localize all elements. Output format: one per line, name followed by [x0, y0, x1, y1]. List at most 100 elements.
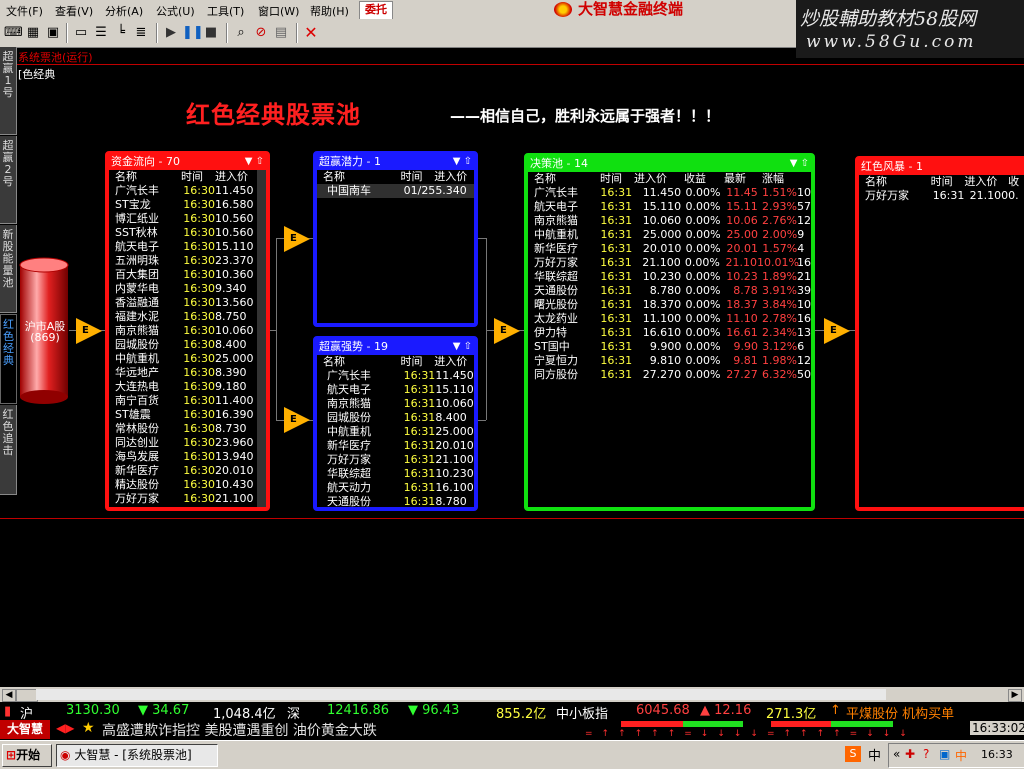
table-row[interactable]: 园城股份 16:30 8.400 [109, 338, 266, 352]
table-row[interactable]: 新华医疗 16:30 20.010 [109, 464, 266, 478]
table-row[interactable]: 园城股份 16:31 8.400 [317, 411, 474, 425]
table-row[interactable]: 精达股份 16:30 10.430 [109, 478, 266, 492]
filter-funnel-icon[interactable] [494, 318, 520, 344]
table-row[interactable]: 大连热电 16:30 9.180 [109, 380, 266, 394]
table-row[interactable]: 宁夏恒力 16:31 9.810 0.00% 9.81 1.98% 12 [528, 354, 811, 368]
horizontal-scrollbar[interactable]: ◀ ▶ [0, 687, 1024, 702]
filter-funnel-icon[interactable] [284, 226, 310, 252]
pool-box-zijinliuxiang[interactable]: 资金流向 - 70 ▼ ⇧ 名称 时间 进入价 广汽长丰 16:30 11.450 ST… [105, 151, 270, 511]
keyboard-icon[interactable]: ⌨ [4, 24, 23, 41]
table-row[interactable]: 航天动力 16:31 16.100 [317, 481, 474, 495]
filter-funnel-icon[interactable] [284, 407, 310, 433]
export-icon[interactable]: ▤ [272, 24, 290, 41]
layout-split-icon[interactable]: ☰ [92, 24, 110, 41]
table-row[interactable]: 天通股份 16:31 8.780 0.00% 8.78 3.91% 39 [528, 284, 811, 298]
table-row[interactable]: 新华医疗 16:31 20.010 [317, 439, 474, 453]
table-row[interactable]: 华远地产 16:30 8.390 [109, 366, 266, 380]
news-prev-icon[interactable]: ◀▶ [56, 721, 74, 735]
menu-window[interactable]: 窗口(W) [258, 3, 299, 19]
table-row[interactable]: 中国南车 01/25 5.340 [317, 184, 474, 198]
table-row[interactable]: 常林股份 16:30 8.730 [109, 422, 266, 436]
table-row[interactable]: 太龙药业 16:31 11.100 0.00% 11.10 2.78% 16 [528, 312, 811, 326]
menu-help[interactable]: 帮助(H) [310, 3, 349, 19]
table-row[interactable]: 同达创业 16:30 23.960 [109, 436, 266, 450]
scroll-thumb[interactable] [16, 689, 38, 702]
table-row[interactable]: 海鸟发展 16:30 13.940 [109, 450, 266, 464]
table-row[interactable]: 广汽长丰 16:31 11.450 [317, 369, 474, 383]
table-row[interactable]: ST宝龙 16:30 16.580 [109, 198, 266, 212]
save-icon[interactable]: ▣ [44, 24, 62, 41]
table-row[interactable]: 航天电子 16:30 15.110 [109, 240, 266, 254]
play-icon[interactable]: ▶ [162, 24, 180, 41]
layout-tree-icon[interactable]: ╘ [112, 24, 130, 41]
start-button[interactable]: ⊞开始 [2, 744, 52, 767]
tab-chaoying1[interactable]: 超赢1号 [0, 47, 17, 135]
menu-analysis[interactable]: 分析(A) [105, 3, 143, 19]
table-row[interactable]: 五洲明珠 16:30 23.370 [109, 254, 266, 268]
table-row[interactable]: 广汽长丰 16:30 11.450 [109, 184, 266, 198]
search-icon[interactable]: ⌕ [232, 24, 250, 41]
pool-box-chaoyingqianli[interactable]: 超赢潜力 - 1 ▼ ⇧ 名称 时间 进入价 中国南车 01/25 5.340 [313, 151, 478, 327]
table-row[interactable]: 万好万家 16:31 21.100 [317, 453, 474, 467]
scrolling-news[interactable]: 高盛遭欺诈指控 美股遭遇重创 油价黄金大跌 [102, 720, 377, 740]
table-row[interactable]: 万好万家 16:30 21.100 [109, 492, 266, 506]
pool-box-juecechi[interactable]: 决策池 - 14 ▼ ⇧ 名称 时间 进入价 收益 最新 涨幅 广汽长丰 16:31… [524, 153, 815, 511]
layout-list-icon[interactable]: ≣ [132, 24, 150, 41]
table-row[interactable]: 内蒙华电 16:30 9.340 [109, 282, 266, 296]
menu-view[interactable]: 查看(V) [55, 3, 93, 19]
tray-network-icon[interactable]: ▣ [939, 747, 950, 761]
filter-funnel-icon[interactable] [824, 318, 850, 344]
table-row[interactable]: 中航重机 16:30 25.000 [109, 352, 266, 366]
menu-file[interactable]: 文件(F) [6, 3, 43, 19]
stop-icon[interactable]: ■ [202, 24, 220, 41]
table-row[interactable]: 南宁百货 16:30 11.400 [109, 394, 266, 408]
tray-expand-icon[interactable]: « [893, 747, 900, 761]
table-row[interactable]: 曙光股份 16:31 18.370 0.00% 18.37 3.84% 10 [528, 298, 811, 312]
weituo-button[interactable]: 委托 [359, 1, 393, 20]
box-menu-icon[interactable]: ▼ ⇧ [453, 340, 472, 354]
scroll-right-icon[interactable]: ▶ [1008, 689, 1022, 702]
scroll-left-icon[interactable]: ◀ [2, 689, 16, 702]
filter-funnel-icon[interactable] [76, 318, 102, 344]
scrollbar[interactable] [257, 170, 266, 507]
table-row[interactable]: 航天电子 16:31 15.110 0.00% 15.11 2.93% 57 [528, 200, 811, 214]
pool-box-hongsefengbao[interactable]: 红色风暴 - 1 名称 时间 进入价 收 万好万家 16:31 21.100 0. [855, 156, 1024, 511]
table-row[interactable]: 伊力特 16:31 16.610 0.00% 16.61 2.34% 13 [528, 326, 811, 340]
tab-hongsejingdian[interactable]: 红色经典 [0, 314, 17, 404]
layout-single-icon[interactable]: ▭ [72, 24, 90, 41]
table-row[interactable]: 广汽长丰 16:31 11.450 0.00% 11.45 1.51% 10 [528, 186, 811, 200]
box-menu-icon[interactable]: ▼ ⇧ [245, 155, 264, 169]
taskbar-window-button[interactable]: ◉ 大智慧 - [系统股票池] [56, 744, 218, 767]
menu-tools[interactable]: 工具(T) [207, 3, 244, 19]
tray-help-icon[interactable]: ? [923, 747, 929, 761]
table-row[interactable]: 南京熊猫 16:31 10.060 [317, 397, 474, 411]
table-row[interactable]: 万好万家 16:31 21.100 0. [859, 189, 1024, 203]
table-row[interactable]: 华联综超 16:31 10.230 [317, 467, 474, 481]
table-row[interactable]: 南京熊猫 16:31 10.060 0.00% 10.06 2.76% 12 [528, 214, 811, 228]
tray-ime-icon[interactable]: 中 [955, 747, 967, 764]
table-row[interactable]: 博汇纸业 16:30 10.560 [109, 212, 266, 226]
sogou-icon[interactable]: S [845, 746, 861, 762]
table-row[interactable]: 香溢融通 16:30 13.560 [109, 296, 266, 310]
menu-formula[interactable]: 公式(U) [156, 3, 195, 19]
table-row[interactable]: 同方股份 16:31 27.270 0.00% 27.27 6.32% 50 [528, 368, 811, 382]
table-row[interactable]: ST雄震 16:30 16.390 [109, 408, 266, 422]
close-icon[interactable]: ✕ [302, 24, 320, 41]
table-row[interactable]: 天通股份 16:31 8.780 [317, 495, 474, 507]
table-row[interactable]: 中航重机 16:31 25.000 0.00% 25.00 2.00% 9 [528, 228, 811, 242]
search-filter-icon[interactable]: ⊘ [252, 24, 270, 41]
table-row[interactable]: 新华医疗 16:31 20.010 0.00% 20.01 1.57% 4 [528, 242, 811, 256]
tab-hongsezhuiji[interactable]: 红色追击 [0, 405, 17, 495]
box-menu-icon[interactable]: ▼ ⇧ [453, 155, 472, 169]
tab-chaoying2[interactable]: 超赢2号 [0, 136, 17, 224]
box-menu-icon[interactable]: ▼ ⇧ [790, 157, 809, 171]
table-row[interactable]: 中航重机 16:31 25.000 [317, 425, 474, 439]
tray-app-icon[interactable]: ✚ [905, 747, 915, 761]
pool-box-chaoyingqiangshi[interactable]: 超赢强势 - 19 ▼ ⇧ 名称 时间 进入价 广汽长丰 16:31 11.450 航天… [313, 336, 478, 511]
table-row[interactable]: 百大集团 16:30 10.360 [109, 268, 266, 282]
grid-icon[interactable]: ▦ [24, 24, 42, 41]
pause-icon[interactable]: ❚❚ [182, 24, 204, 41]
table-row[interactable]: 南京熊猫 16:30 10.060 [109, 324, 266, 338]
table-row[interactable]: 福建水泥 16:30 8.750 [109, 310, 266, 324]
table-row[interactable]: SST秋林 16:30 10.560 [109, 226, 266, 240]
